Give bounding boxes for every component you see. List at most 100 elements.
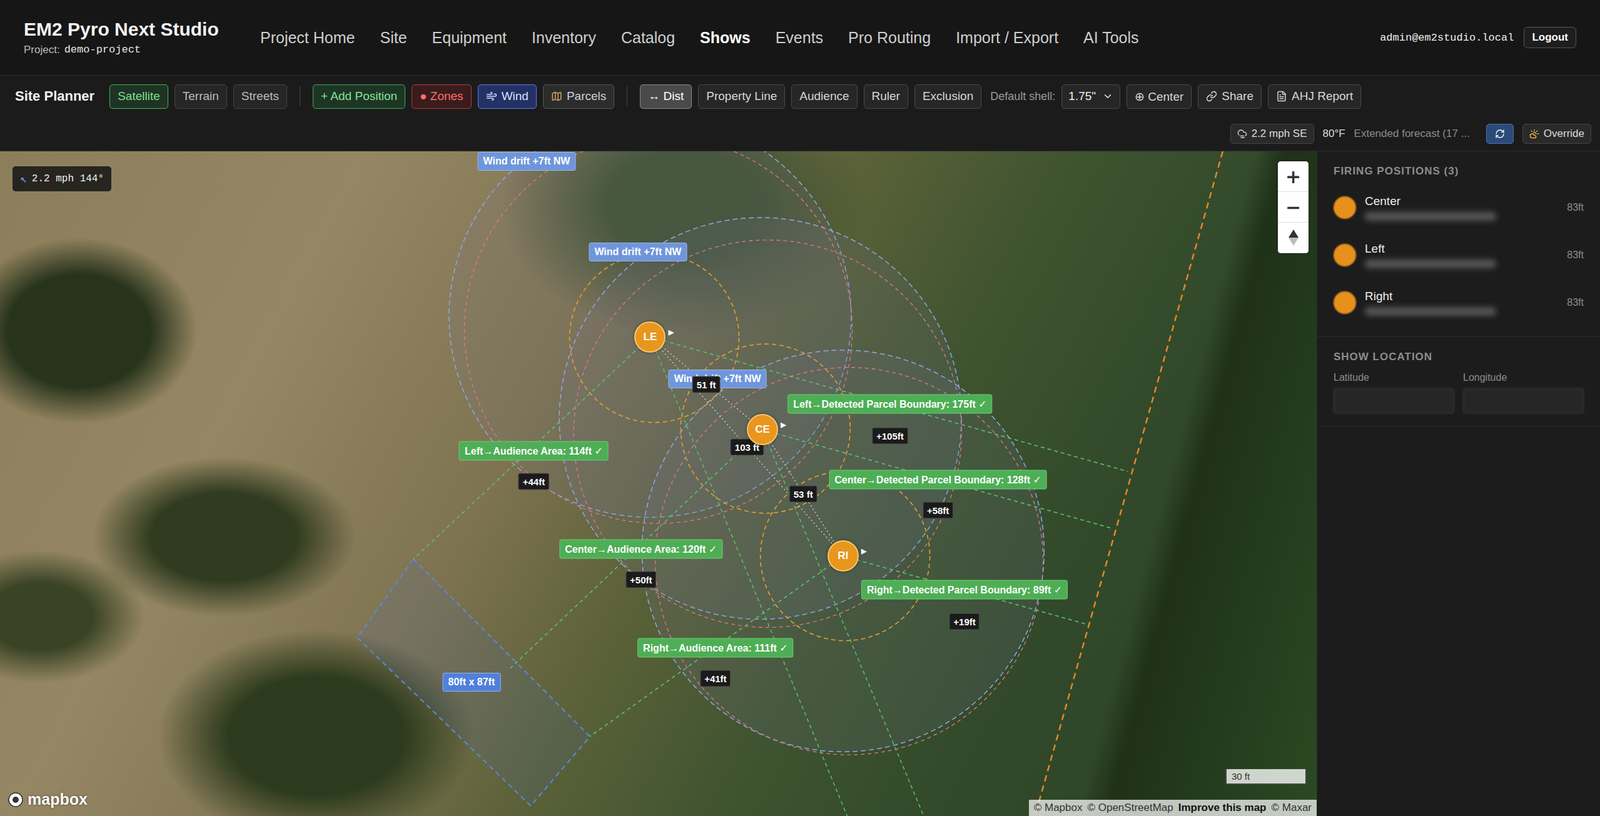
zoom-in-button[interactable]: + (1277, 161, 1309, 193)
clearance-margin: +58ft (922, 501, 954, 519)
section-title: FIRING POSITIONS (3) (1333, 165, 1584, 178)
compass-icon (1286, 228, 1301, 247)
layer-button[interactable]: + Add Position (312, 84, 406, 109)
layer-button[interactable]: Parcels (542, 84, 615, 109)
link-icon (1205, 90, 1218, 102)
longitude-field: Longitude (1463, 372, 1584, 414)
nav-item[interactable]: Equipment (432, 28, 508, 47)
direction-glyph: ▸ (780, 417, 787, 432)
clearance-label: Center→Audience Area: 120ft ✓ (559, 539, 723, 559)
firing-position-marker[interactable]: LE▸ (634, 321, 666, 353)
clearance-line (649, 337, 1128, 472)
spacing-line (762, 429, 844, 557)
measure-button[interactable]: Property Line (698, 84, 785, 109)
redacted-detail (1364, 212, 1497, 221)
measure-button[interactable]: Exclusion (914, 84, 982, 109)
firing-position-marker[interactable]: CE▸ (746, 414, 779, 446)
firing-position-marker[interactable]: RI▸ (827, 540, 859, 572)
direction-glyph: ▸ (668, 325, 674, 340)
user-email: admin@em2studio.local (1379, 31, 1514, 44)
zoom-out-button[interactable]: − (1277, 192, 1309, 223)
spacing-line (649, 337, 843, 557)
position-name: Left (1364, 242, 1559, 256)
attribution: © Mapbox© OpenStreetMapImprove this map©… (1028, 800, 1317, 816)
wind-indicator: ↖2.2 mph 144° (12, 166, 112, 192)
nav-item[interactable]: AI Tools (1083, 28, 1139, 47)
override-button[interactable]: Override (1522, 123, 1592, 144)
forecast: Extended forecast (17 ... (1354, 127, 1470, 141)
weather-icon (1529, 128, 1540, 139)
redacted-detail (1364, 259, 1497, 269)
clearance-label: Left→Detected Parcel Boundary: 175ft ✓ (787, 394, 993, 415)
project-name: demo-project (64, 43, 141, 57)
nav-item[interactable]: Catalog (621, 28, 675, 47)
direction-glyph: ▸ (861, 544, 867, 558)
toolbar: Site Planner SatelliteTerrainStreets + Add… (0, 75, 1600, 117)
attribution-item: © Maxar (1271, 801, 1312, 815)
position-avatar (1333, 243, 1357, 267)
app: EM2 Pyro Next StudioProject:demo-project… (0, 0, 1600, 816)
nav-item[interactable]: Project Home (260, 28, 355, 47)
layer-button[interactable]: Wind (477, 84, 537, 109)
brand: EM2 Pyro Next StudioProject:demo-project (23, 18, 261, 57)
shell-radius (569, 253, 740, 423)
shell-select[interactable]: 1.75" (1061, 84, 1121, 109)
parcels-icon (551, 90, 563, 102)
section-title: SHOW LOCATION (1333, 350, 1584, 364)
clearance-margin: +105ft (871, 427, 909, 445)
attribution-item[interactable]: Improve this map (1178, 801, 1267, 815)
nav-item[interactable]: Site (379, 28, 407, 47)
weather-row: 2.2 mph SE80°FExtended forecast (17 ...O… (0, 116, 1600, 152)
nav-item[interactable]: Events (775, 28, 824, 47)
refresh-button[interactable] (1486, 123, 1514, 144)
spacing-label: 51 ft (692, 376, 721, 394)
nav-item[interactable]: Import / Export (955, 28, 1059, 47)
position-avatar (1333, 291, 1357, 314)
measure-button[interactable]: ↔ Dist (639, 84, 692, 109)
toolbar-title: Site Planner (15, 88, 95, 105)
position-row[interactable]: Left83ft (1333, 233, 1584, 277)
nav-item[interactable]: Pro Routing (848, 28, 931, 47)
attribution-item: © OpenStreetMap (1087, 801, 1173, 815)
position-row[interactable]: Right83ft (1333, 281, 1584, 325)
map[interactable]: Wind drift +7ft NWWind drift +7ft NWWind… (0, 151, 1317, 816)
safety-zone (655, 367, 1044, 756)
latitude-input[interactable] (1333, 388, 1455, 414)
sidebar: FIRING POSITIONS (3)Center83ftLeft83ftRi… (1316, 151, 1600, 816)
action-button[interactable]: Share (1197, 84, 1262, 109)
position-name: Center (1364, 194, 1559, 209)
basemap-button[interactable]: Terrain (174, 84, 228, 109)
user-box: admin@em2studio.local Logout (1379, 26, 1577, 49)
separator (626, 86, 628, 107)
audience-area[interactable] (357, 559, 590, 807)
action-button[interactable]: ⊕ Center (1126, 84, 1192, 109)
basemap-button[interactable]: Streets (233, 84, 288, 109)
field-label: Latitude (1333, 372, 1455, 384)
nav-item[interactable]: Shows (699, 28, 751, 47)
longitude-input[interactable] (1463, 388, 1584, 414)
logout-button[interactable]: Logout (1523, 26, 1577, 49)
compass-button[interactable] (1277, 222, 1309, 254)
measure-button[interactable]: Audience (791, 84, 857, 109)
refresh-icon (1494, 128, 1505, 139)
clearance-line (510, 429, 763, 669)
zoom-controls: +− (1277, 161, 1309, 254)
map-logo: mapbox (7, 790, 88, 809)
clearance-label: Right→Detected Parcel Boundary: 89ft ✓ (861, 580, 1068, 600)
clearance-line (413, 337, 651, 560)
separator (299, 86, 301, 107)
position-text: Center (1364, 194, 1559, 221)
clearance-margin: +44ft (518, 473, 550, 491)
layer-button[interactable]: ● Zones (411, 84, 472, 109)
shell-radius (760, 471, 931, 642)
position-row[interactable]: Center 83ft (1333, 186, 1584, 229)
clearance-label: Right→Audience Area: 111ft ✓ (637, 637, 794, 658)
measure-button[interactable]: Ruler (863, 84, 909, 109)
location-fields: Latitude Longitude (1333, 372, 1584, 414)
basemap-button[interactable]: Satellite (109, 84, 169, 109)
nav-item[interactable]: Inventory (531, 28, 597, 47)
position-text: Right (1364, 289, 1559, 316)
position-distance: 83ft (1566, 202, 1584, 214)
clearance-margin: +41ft (699, 669, 731, 687)
action-button[interactable]: AHJ Report (1267, 84, 1362, 109)
